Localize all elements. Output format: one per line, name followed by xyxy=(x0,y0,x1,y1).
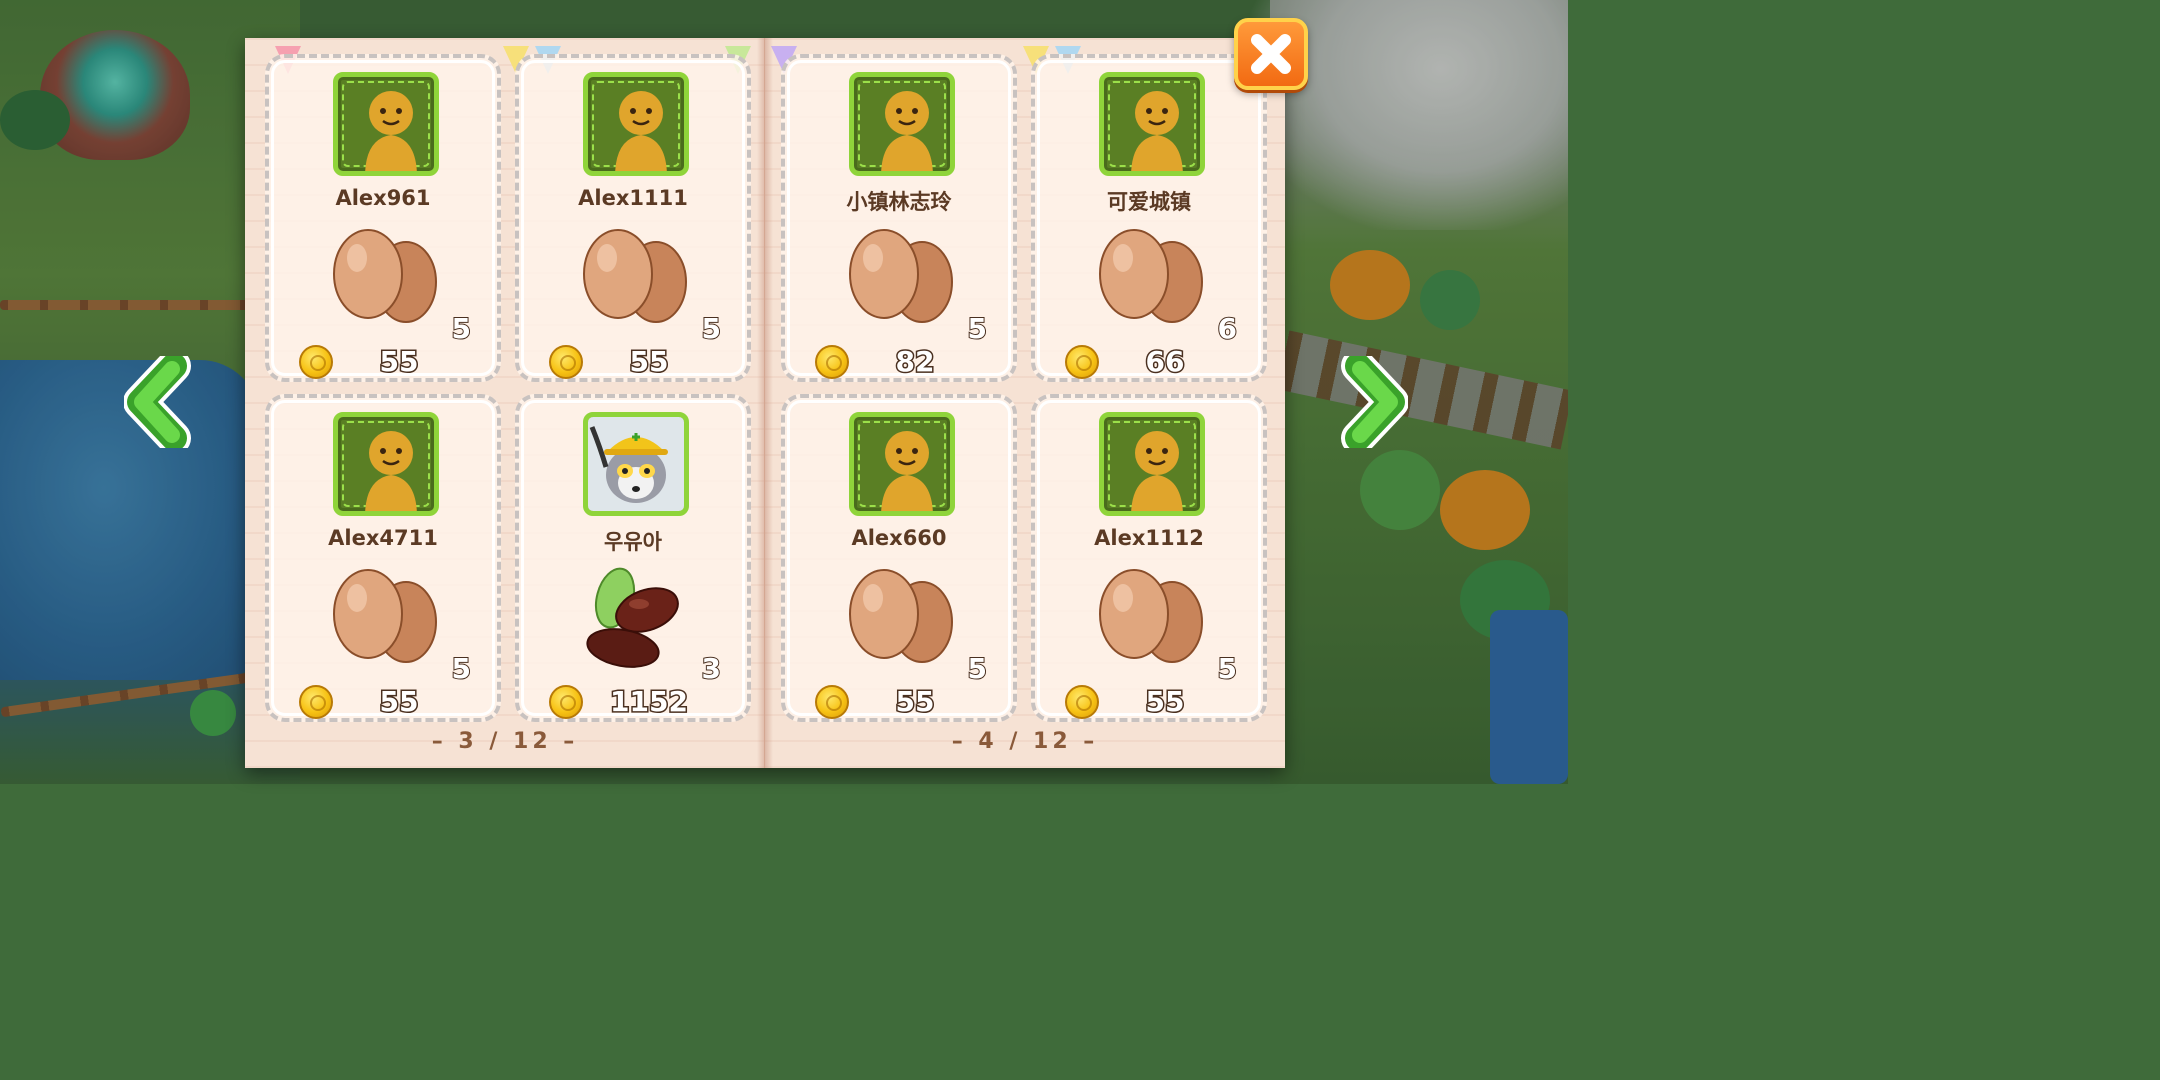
player-name: Alex1111 xyxy=(578,186,688,210)
gingerbread-avatar-icon xyxy=(615,91,667,171)
offer-card[interactable]: 可爱城镇 6 66 xyxy=(1031,54,1267,382)
item-quantity: 5 xyxy=(966,651,988,686)
player-avatar xyxy=(583,72,689,176)
player-name: 小镇林志玲 xyxy=(846,190,952,214)
item-price: 66 xyxy=(1144,344,1186,380)
arrow-left-icon xyxy=(124,356,191,448)
player-name: 可爱城镇 xyxy=(1107,190,1191,214)
close-button[interactable] xyxy=(1234,18,1308,90)
newspaper-page-left: Alex961 5 55 Alex1111 5 55 Alex4711 5 55… xyxy=(245,38,765,768)
player-name: Alex4711 xyxy=(328,526,438,550)
previous-page-button[interactable] xyxy=(124,356,198,448)
newspaper-page-right: 小镇林志玲 5 82 可爱城镇 6 66 Alex660 5 55 Alex11… xyxy=(765,38,1285,768)
gingerbread-avatar-icon xyxy=(881,431,933,511)
item-price: 55 xyxy=(1144,684,1186,720)
player-avatar xyxy=(849,412,955,516)
player-name: Alex961 xyxy=(335,186,431,210)
offer-card[interactable]: Alex4711 5 55 xyxy=(265,394,501,722)
item-quantity: 5 xyxy=(450,311,472,346)
gingerbread-avatar-icon xyxy=(1131,431,1183,511)
gingerbread-avatar-icon xyxy=(365,91,417,171)
player-avatar xyxy=(1099,72,1205,176)
egg-icon xyxy=(1099,229,1203,323)
coin-icon xyxy=(815,345,849,379)
item-price: 55 xyxy=(894,684,936,720)
player-avatar xyxy=(849,72,955,176)
egg-icon xyxy=(849,569,953,663)
item-quantity: 5 xyxy=(700,311,722,346)
item-quantity: 5 xyxy=(450,651,472,686)
item-price: 82 xyxy=(894,344,936,380)
lemur-avatar-icon xyxy=(588,417,684,511)
player-avatar xyxy=(333,72,439,176)
egg-icon xyxy=(849,229,953,323)
egg-icon xyxy=(1099,569,1203,663)
coin-icon xyxy=(299,345,333,379)
item-quantity: 5 xyxy=(1216,651,1238,686)
item-quantity: 6 xyxy=(1216,311,1238,346)
offer-card[interactable]: 小镇林志玲 5 82 xyxy=(781,54,1017,382)
player-avatar xyxy=(583,412,689,516)
coin-icon xyxy=(549,345,583,379)
offer-card[interactable]: Alex961 5 55 xyxy=(265,54,501,382)
coin-icon xyxy=(815,685,849,719)
egg-icon xyxy=(333,229,437,323)
player-name: Alex660 xyxy=(851,526,947,550)
gingerbread-avatar-icon xyxy=(881,91,933,171)
coin-icon xyxy=(299,685,333,719)
player-name: 우유아 xyxy=(604,530,662,554)
player-name: Alex1112 xyxy=(1094,526,1204,550)
item-quantity: 3 xyxy=(700,651,722,686)
offer-card[interactable]: Alex1112 5 55 xyxy=(1031,394,1267,722)
gingerbread-avatar-icon xyxy=(365,431,417,511)
player-avatar xyxy=(333,412,439,516)
page-indicator: – 3 / 12 – xyxy=(431,729,579,754)
close-x-icon xyxy=(1251,34,1291,74)
offer-card[interactable]: Alex660 5 55 xyxy=(781,394,1017,722)
egg-icon xyxy=(333,569,437,663)
item-price: 1152 xyxy=(609,684,690,720)
book-gutter xyxy=(757,38,773,768)
item-quantity: 5 xyxy=(966,311,988,346)
item-price: 55 xyxy=(378,684,420,720)
coin-icon xyxy=(549,685,583,719)
page-indicator: – 4 / 12 – xyxy=(951,729,1099,754)
market-newspaper-panel: Alex961 5 55 Alex1111 5 55 Alex4711 5 55… xyxy=(245,38,1285,768)
offer-card[interactable]: 우유아 3 1152 xyxy=(515,394,751,722)
coin-icon xyxy=(1065,685,1099,719)
raisins-icon xyxy=(586,567,679,668)
item-price: 55 xyxy=(378,344,420,380)
player-avatar xyxy=(1099,412,1205,516)
coin-icon xyxy=(1065,345,1099,379)
next-page-button[interactable] xyxy=(1334,356,1408,448)
offer-card[interactable]: Alex1111 5 55 xyxy=(515,54,751,382)
gingerbread-avatar-icon xyxy=(1131,91,1183,171)
item-price: 55 xyxy=(628,344,670,380)
egg-icon xyxy=(583,229,687,323)
arrow-right-icon xyxy=(1341,356,1408,448)
